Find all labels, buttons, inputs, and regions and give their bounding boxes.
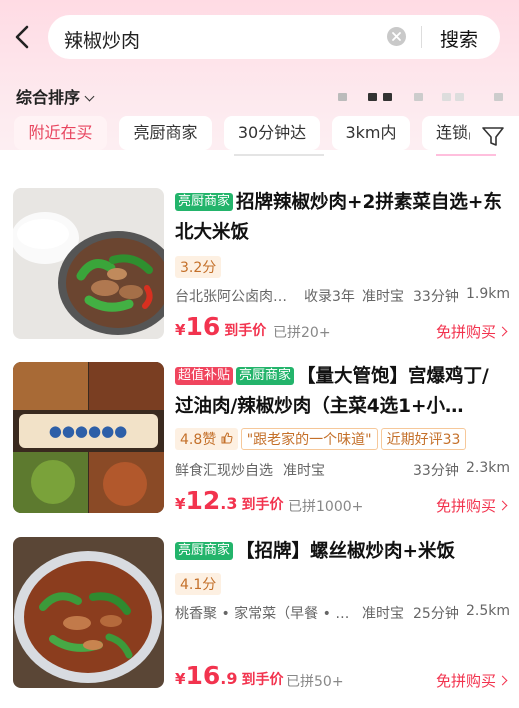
price: ¥16 到手价 [175,312,267,341]
blurred-element [494,93,503,101]
list-item[interactable]: ●●●●●● 超值补贴 亮厨商家 【量大管饱】宫爆鸡丁/过油肉/辣椒炒肉（主菜4选1… [0,362,519,537]
chevron-right-icon [497,500,508,511]
sold-count: 已拼20+ [273,325,331,341]
buy-button[interactable]: 免拼购买 [436,670,508,691]
chip-bright-kitchen[interactable]: 亮厨商家 [119,116,212,150]
blurred-element [442,93,451,101]
tag-bright-kitchen: 亮厨商家 [236,367,295,385]
sort-label: 综合排序 [16,88,81,107]
tag-bright-kitchen: 亮厨商家 [175,542,234,560]
distance: 1.9km [466,286,511,302]
back-arrow-icon [15,25,29,49]
blurred-element [383,93,392,101]
product-title[interactable]: 亮厨商家 【招牌】螺丝椒炒肉+米饭 [175,537,505,567]
product-title[interactable]: 亮厨商家 招牌辣椒炒肉+2拼素菜自选+东北大米饭 [175,188,505,248]
blurred-element [368,93,377,101]
shop-name: 鲜食汇现炒自选 [175,463,273,479]
chip-3km[interactable]: 3km内 [332,116,410,150]
delivery-time: 33分钟 [413,289,459,305]
blurred-element [338,93,347,101]
distance: 2.5km [466,603,511,619]
search-button[interactable]: 搜索 [440,25,478,52]
blurred-element [414,93,423,101]
price: ¥16.9 到手价 [175,661,284,690]
chevron-right-icon [497,326,508,337]
chevron-down-icon [84,91,95,102]
search-divider [421,26,422,48]
filter-chips: 附近在买 亮厨商家 30分钟达 3km内 连锁品 [14,116,519,150]
svg-text:●●●●●●: ●●●●●● [49,422,128,440]
product-list: 亮厨商家 招牌辣椒炒肉+2拼素菜自选+东北大米饭 3.2分 台北张阿公卤肉… 收录… [0,164,519,708]
punctual-label: 准时宝 [362,289,404,305]
product-image [13,537,164,688]
product-image [13,188,164,339]
thumbs-up-icon [221,432,233,444]
chip-30min[interactable]: 30分钟达 [224,116,320,150]
rating-badge: 4.8赞 [175,428,238,450]
search-input[interactable]: 辣椒炒肉 [64,26,140,53]
sold-count: 已拼1000+ [288,499,364,515]
list-item[interactable]: 亮厨商家 【招牌】螺丝椒炒肉+米饭 4.1分 桃香聚 • 家常菜（早餐 • … 准… [0,537,519,708]
sold-count: 已拼50+ [286,674,344,690]
buy-button[interactable]: 免拼购买 [436,321,508,342]
back-button[interactable] [8,22,38,52]
shop-years: 收录3年 [304,289,355,305]
delivery-time: 33分钟 [413,463,459,479]
review-quote: "跟老家的一个味道" [240,428,378,450]
buy-button[interactable]: 免拼购买 [436,495,508,516]
blurred-element [455,93,464,101]
price: ¥12.3 到手价 [175,486,284,515]
shop-name: 桃香聚 • 家常菜（早餐 • … [175,606,350,622]
chip-nearby[interactable]: 附近在买 [14,116,107,150]
product-image: ●●●●●● [13,362,164,513]
rating-badge: 3.2分 [175,256,222,278]
list-item[interactable]: 亮厨商家 招牌辣椒炒肉+2拼素菜自选+东北大米饭 3.2分 台北张阿公卤肉… 收录… [0,188,519,363]
tag-bright-kitchen: 亮厨商家 [175,193,234,211]
sort-dropdown[interactable]: 综合排序 [16,84,95,108]
recent-reviews: 近期好评33 [380,428,467,450]
search-bar[interactable]: 辣椒炒肉 搜索 [48,15,500,59]
shop-name: 台北张阿公卤肉… [175,289,287,305]
partial-list-item [0,150,519,164]
clear-icon[interactable] [387,27,406,46]
punctual-label: 准时宝 [283,463,325,479]
distance: 2.3km [466,460,511,476]
punctual-label: 准时宝 [362,606,404,622]
tag-subsidy: 超值补贴 [175,367,234,385]
product-title[interactable]: 超值补贴 亮厨商家 【量大管饱】宫爆鸡丁/过油肉/辣椒炒肉（主菜4选1+小… [175,362,505,422]
chevron-right-icon [497,675,508,686]
rating-badge: 4.1分 [175,573,222,595]
delivery-time: 25分钟 [413,606,459,622]
